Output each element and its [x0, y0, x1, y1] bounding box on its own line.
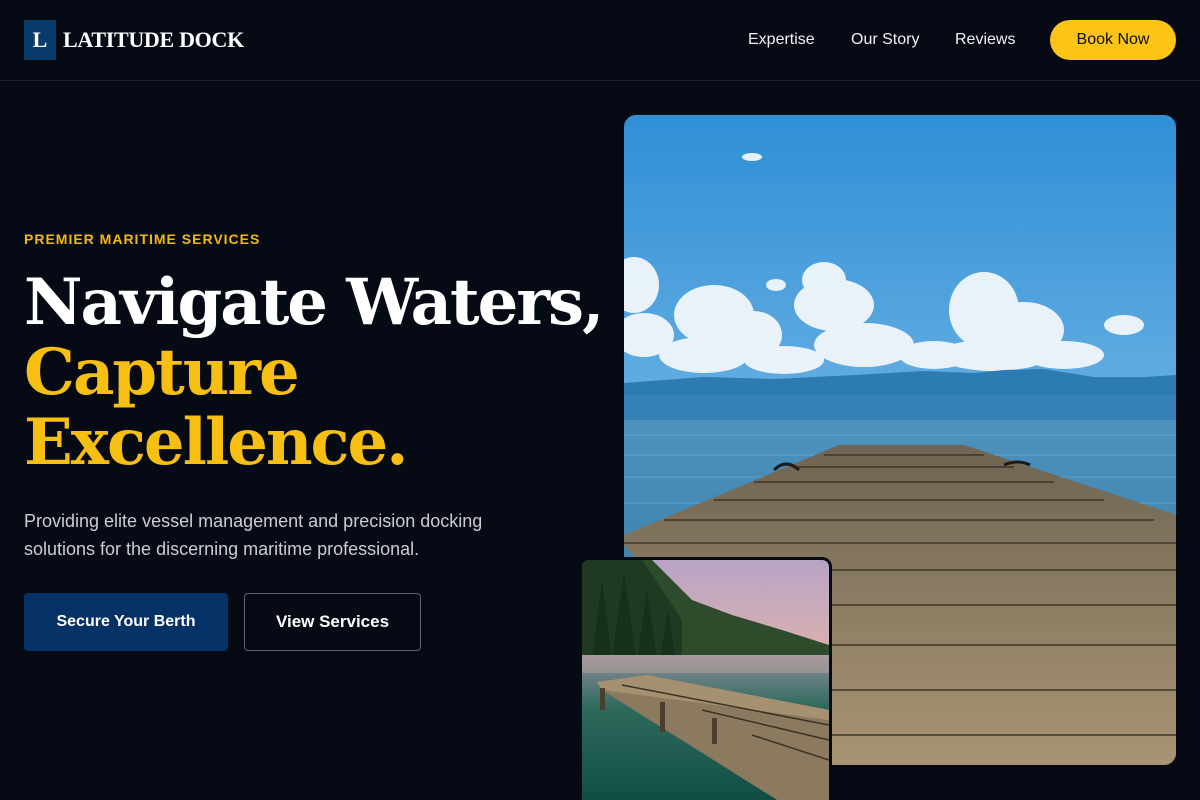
brand-name[interactable]: LATITUDE DOCK [63, 27, 244, 53]
nav-link-expertise[interactable]: Expertise [748, 30, 815, 50]
hero-headline: Navigate Waters, Capture Excellence. [24, 265, 604, 480]
headline-line-3: Excellence. [24, 405, 408, 480]
book-now-button[interactable]: Book Now [1050, 20, 1176, 60]
hero-eyebrow: PREMIER MARITIME SERVICES [24, 231, 261, 247]
secure-berth-button[interactable]: Secure Your Berth [24, 593, 228, 651]
view-services-button[interactable]: View Services [244, 593, 421, 651]
nav-link-our-story[interactable]: Our Story [851, 30, 919, 50]
headline-line-1: Navigate Waters, [24, 265, 604, 340]
headline-line-2: Capture [24, 335, 300, 410]
site-header: L LATITUDE DOCK Expertise Our Story Revi… [0, 0, 1200, 81]
forest-lake-dock-photo [579, 557, 832, 800]
hero-subcopy: Providing elite vessel management and pr… [24, 511, 483, 559]
logo-mark[interactable]: L [24, 20, 56, 60]
nav-link-reviews[interactable]: Reviews [955, 30, 1015, 50]
